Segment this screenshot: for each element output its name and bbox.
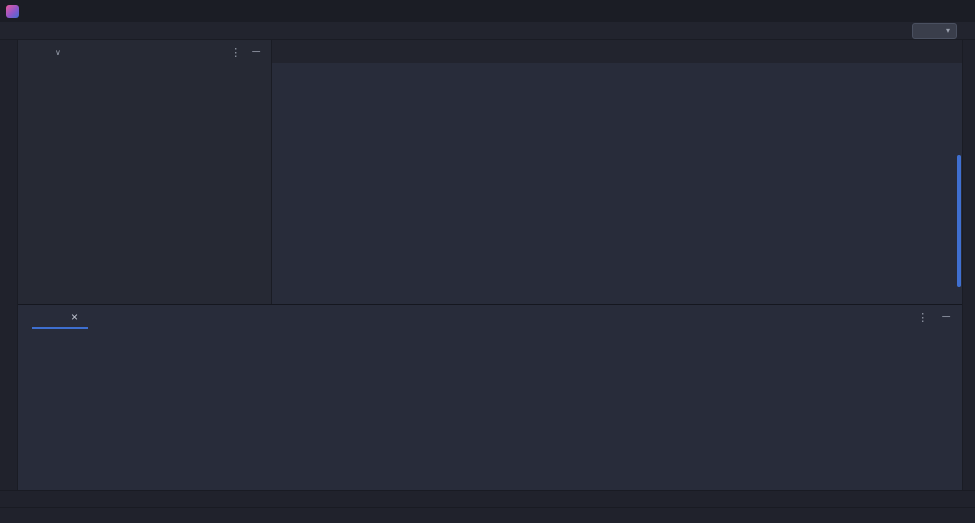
hide-panel-icon[interactable]: ─ — [942, 311, 950, 324]
console-toolbar — [37, 329, 56, 490]
more-options-icon[interactable]: ⋮ — [227, 46, 244, 59]
title-bar — [0, 0, 975, 22]
project-tree — [18, 64, 271, 304]
run-config-selector[interactable]: ▾ — [912, 23, 957, 39]
hide-panel-icon[interactable]: ─ — [249, 46, 263, 58]
navigation-bar: ▾ — [0, 22, 975, 40]
more-options-icon[interactable]: ⋮ — [917, 311, 928, 324]
right-tool-strip — [962, 40, 975, 490]
main-toolbar: ▾ — [888, 23, 969, 39]
run-tab-index[interactable]: × — [32, 305, 88, 329]
build-hammer-icon[interactable] — [888, 23, 904, 39]
project-icon — [29, 46, 42, 58]
left-tool-strip — [0, 40, 18, 490]
project-panel: ∨ ⋮ ─ — [18, 40, 272, 304]
close-button[interactable] — [943, 0, 975, 22]
run-panel: × ⋮ ─ — [18, 304, 962, 490]
status-bar — [0, 507, 975, 523]
locate-file-icon[interactable] — [206, 44, 222, 60]
maximize-button[interactable] — [911, 0, 943, 22]
app-logo-icon — [6, 5, 19, 18]
php-elephant-icon — [922, 25, 935, 37]
project-panel-header: ∨ ⋮ ─ — [18, 40, 271, 64]
chevron-down-icon[interactable]: ∨ — [55, 48, 61, 57]
code-editor[interactable] — [272, 63, 962, 304]
scrollbar-change-stripe[interactable] — [957, 155, 961, 287]
minimize-button[interactable] — [879, 0, 911, 22]
tool-windows-icon[interactable] — [5, 508, 21, 523]
window-controls — [879, 0, 975, 22]
php-elephant-icon — [45, 311, 58, 323]
close-icon[interactable]: × — [71, 310, 78, 324]
run-panel-header: × ⋮ ─ — [18, 305, 962, 329]
run-console-output[interactable] — [56, 329, 962, 490]
run-toolbar — [18, 329, 37, 490]
editor-tabs — [272, 40, 962, 63]
chevron-down-icon: ▾ — [946, 26, 950, 35]
editor-area — [272, 40, 962, 304]
tool-window-bar — [0, 490, 975, 507]
